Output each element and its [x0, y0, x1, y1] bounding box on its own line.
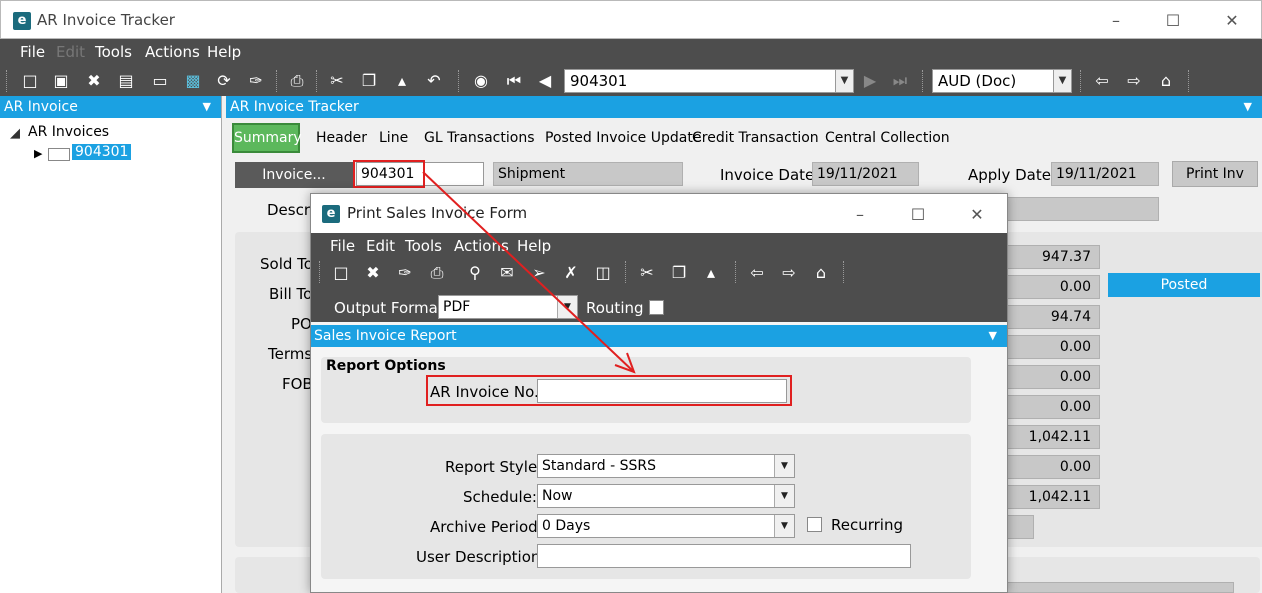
annotation-arrow: [422, 171, 636, 374]
